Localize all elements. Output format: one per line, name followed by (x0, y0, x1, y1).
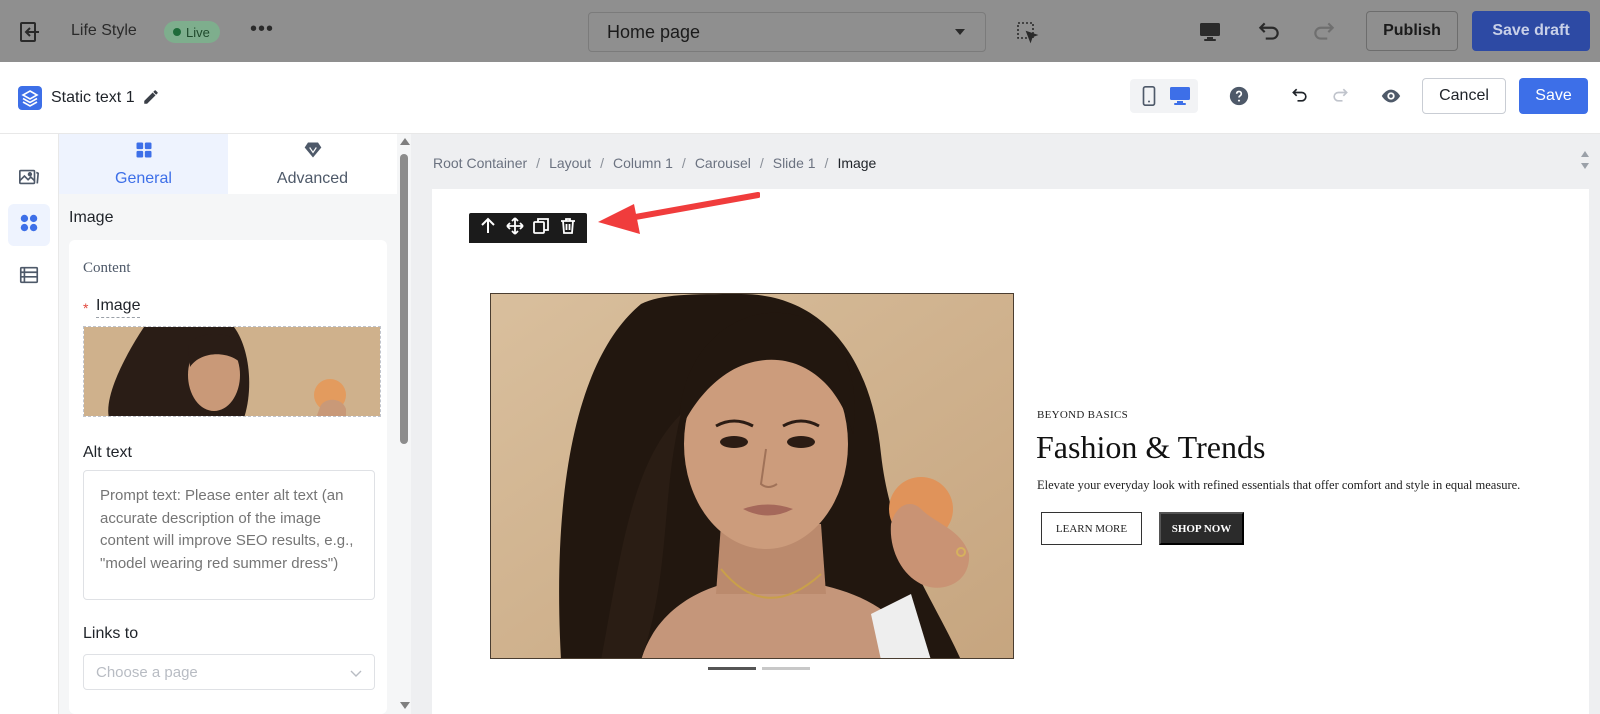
hero-subtext: Elevate your everyday look with refined … (1037, 478, 1521, 492)
alt-text-input[interactable] (83, 470, 375, 600)
section-title: Image (69, 209, 114, 226)
mobile-view-icon[interactable] (1138, 84, 1160, 108)
save-draft-button[interactable]: Save draft (1472, 11, 1590, 51)
required-marker: * (83, 300, 89, 316)
drag-move-icon[interactable] (505, 216, 525, 241)
breadcrumb: Root Container / Layout / Column 1/ Carous… (433, 155, 877, 171)
edit-pencil-icon[interactable] (142, 88, 160, 106)
breadcrumb-column[interactable]: Column 1 (613, 155, 673, 171)
carousel-dot-1[interactable] (708, 667, 756, 670)
editor-header: Static text 1 Cancel Save (0, 62, 1600, 134)
tab-advanced[interactable]: Advanced (228, 134, 397, 194)
more-options-icon[interactable]: ••• (250, 18, 274, 41)
links-to-label: Links to (83, 625, 139, 642)
image-field-label: Image (96, 297, 141, 318)
sections-icon (18, 264, 40, 291)
desktop-preview-icon[interactable] (1198, 20, 1222, 44)
editor-canvas: Root Container / Layout / Column 1/ Carous… (411, 134, 1600, 714)
layers-icon (18, 86, 42, 110)
rail-media[interactable] (8, 158, 50, 200)
media-icon (18, 166, 40, 193)
image-settings-card: Content * Image Alt text Links to Choose… (69, 240, 387, 714)
component-title: Static text 1 (51, 89, 135, 106)
site-name: Life Style (71, 22, 137, 39)
publish-button[interactable]: Publish (1366, 11, 1458, 51)
save-button[interactable]: Save (1519, 78, 1588, 114)
rail-sections[interactable] (8, 256, 50, 298)
breadcrumb-carousel[interactable]: Carousel (695, 155, 751, 171)
alt-text-label: Alt text (83, 444, 132, 461)
element-select-icon[interactable] (1015, 20, 1039, 44)
help-icon[interactable] (1228, 85, 1250, 107)
links-to-select[interactable]: Choose a page (83, 654, 375, 690)
top-bar: Life Style Live ••• Home page Publish Sa… (0, 0, 1600, 62)
content-label: Content (83, 260, 131, 276)
settings-panel: General Advanced Image Content * Image A… (59, 134, 411, 714)
delete-trash-icon[interactable] (558, 216, 578, 241)
hero-headline: Fashion & Trends (1036, 429, 1266, 465)
carousel-indicators (708, 667, 810, 670)
status-badge: Live (164, 21, 220, 43)
page-preview: BEYOND BASICS Fashion & Trends Elevate y… (432, 189, 1589, 714)
undo-icon[interactable] (1290, 85, 1310, 105)
scroll-down-icon[interactable] (400, 702, 410, 709)
duplicate-icon[interactable] (531, 216, 551, 241)
scroll-up-icon[interactable] (400, 138, 410, 145)
page-selector[interactable]: Home page (588, 12, 986, 52)
panel-tabs: General Advanced (59, 134, 397, 194)
carousel-dot-2[interactable] (762, 667, 810, 670)
move-up-icon[interactable] (478, 216, 498, 241)
cancel-button[interactable]: Cancel (1422, 78, 1506, 114)
chevron-down-icon (350, 666, 362, 678)
tab-general[interactable]: General (59, 134, 228, 194)
breadcrumb-current: Image (837, 155, 877, 171)
breadcrumb-layout[interactable]: Layout (549, 155, 591, 171)
desktop-view-icon[interactable] (1168, 84, 1192, 108)
hero-kicker: BEYOND BASICS (1037, 409, 1128, 421)
canvas-scroll-icon[interactable] (1580, 150, 1590, 170)
redo-icon[interactable] (1311, 18, 1337, 44)
diamond-icon (303, 140, 323, 165)
scroll-thumb[interactable] (400, 154, 408, 444)
caret-down-icon (955, 29, 965, 35)
panel-scrollbar[interactable] (397, 134, 411, 714)
shop-now-button[interactable]: SHOP NOW (1159, 512, 1244, 545)
element-toolbar (469, 213, 587, 243)
preview-eye-icon[interactable] (1379, 85, 1403, 107)
components-icon (18, 212, 40, 239)
grid-icon (134, 140, 154, 165)
undo-icon[interactable] (1256, 18, 1282, 44)
learn-more-button[interactable]: LEARN MORE (1041, 512, 1142, 545)
breadcrumb-root[interactable]: Root Container (433, 155, 527, 171)
rail-components[interactable] (8, 204, 50, 246)
exit-icon[interactable] (18, 20, 42, 44)
left-rail (0, 134, 59, 714)
live-dot-icon (173, 28, 181, 36)
carousel-image[interactable] (490, 293, 1014, 659)
image-upload-preview[interactable] (83, 326, 381, 417)
breadcrumb-slide[interactable]: Slide 1 (773, 155, 816, 171)
redo-icon[interactable] (1330, 85, 1350, 105)
